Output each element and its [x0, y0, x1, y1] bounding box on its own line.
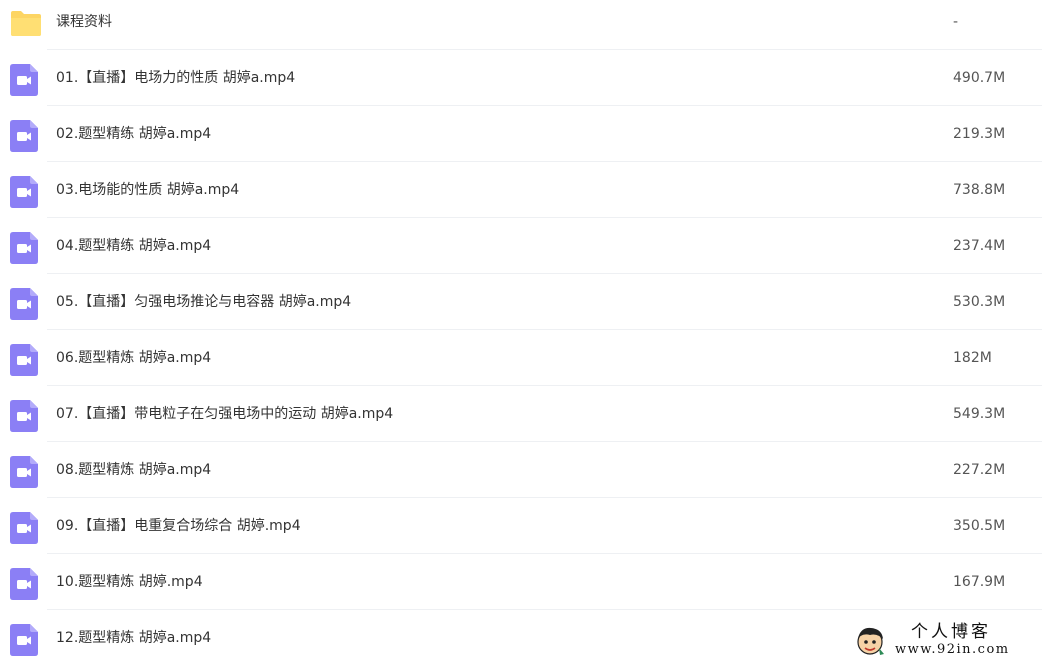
video-file-icon [10, 568, 38, 600]
file-row-video[interactable]: 08.题型精炼 胡婷a.mp4 227.2M [0, 442, 1046, 498]
video-file-icon [10, 64, 38, 96]
file-size: 490.7M [953, 70, 1006, 86]
file-row-video[interactable]: 10.题型精炼 胡婷.mp4 167.9M [0, 554, 1046, 610]
file-name[interactable]: 09.【直播】电重复合场综合 胡婷.mp4 [56, 516, 301, 536]
file-size: - [953, 14, 959, 30]
file-name[interactable]: 04.题型精练 胡婷a.mp4 [56, 236, 211, 256]
file-size: 219.3M [953, 126, 1006, 142]
file-row-video[interactable]: 05.【直播】匀强电场推论与电容器 胡婷a.mp4 530.3M [0, 274, 1046, 330]
file-name[interactable]: 03.电场能的性质 胡婷a.mp4 [56, 180, 239, 200]
watermark: 个人博客 www.92in.com [853, 620, 1043, 662]
file-list: 课程资料 - 01.【直播】电场力的性质 胡婷a.mp4 490.7M 02.题… [0, 0, 1046, 666]
file-row-video[interactable]: 01.【直播】电场力的性质 胡婷a.mp4 490.7M [0, 50, 1046, 106]
file-size: 227.2M [953, 462, 1006, 478]
video-file-icon [10, 400, 38, 432]
cartoon-face-icon [853, 624, 887, 658]
file-name[interactable]: 12.题型精炼 胡婷a.mp4 [56, 628, 211, 648]
file-name[interactable]: 06.题型精炼 胡婷a.mp4 [56, 348, 211, 368]
file-row-video[interactable]: 09.【直播】电重复合场综合 胡婷.mp4 350.5M [0, 498, 1046, 554]
video-file-icon [10, 456, 38, 488]
video-file-icon [10, 232, 38, 264]
video-file-icon [10, 512, 38, 544]
file-name[interactable]: 02.题型精练 胡婷a.mp4 [56, 124, 211, 144]
file-name[interactable]: 05.【直播】匀强电场推论与电容器 胡婷a.mp4 [56, 292, 351, 312]
file-name[interactable]: 08.题型精炼 胡婷a.mp4 [56, 460, 211, 480]
file-row-folder[interactable]: 课程资料 - [0, 0, 1046, 50]
video-file-icon [10, 120, 38, 152]
file-row-video[interactable]: 06.题型精炼 胡婷a.mp4 182M [0, 330, 1046, 386]
file-row-video[interactable]: 03.电场能的性质 胡婷a.mp4 738.8M [0, 162, 1046, 218]
watermark-url: www.92in.com [895, 642, 1010, 657]
folder-icon [10, 9, 41, 37]
file-row-video[interactable]: 02.题型精练 胡婷a.mp4 219.3M [0, 106, 1046, 162]
file-size: 549.3M [953, 406, 1006, 422]
file-row-video[interactable]: 04.题型精练 胡婷a.mp4 237.4M [0, 218, 1046, 274]
video-file-icon [10, 288, 38, 320]
file-size: 350.5M [953, 518, 1006, 534]
file-size: 738.8M [953, 182, 1006, 198]
file-size: 530.3M [953, 294, 1006, 310]
file-size: 182M [953, 350, 992, 366]
file-size: 237.4M [953, 238, 1006, 254]
watermark-title: 个人博客 [911, 622, 991, 642]
file-name[interactable]: 07.【直播】带电粒子在匀强电场中的运动 胡婷a.mp4 [56, 404, 393, 424]
file-row-video[interactable]: 07.【直播】带电粒子在匀强电场中的运动 胡婷a.mp4 549.3M [0, 386, 1046, 442]
file-size: 167.9M [953, 574, 1006, 590]
file-name[interactable]: 01.【直播】电场力的性质 胡婷a.mp4 [56, 68, 295, 88]
video-file-icon [10, 624, 38, 656]
video-file-icon [10, 344, 38, 376]
file-name[interactable]: 10.题型精炼 胡婷.mp4 [56, 572, 203, 592]
video-file-icon [10, 176, 38, 208]
file-name[interactable]: 课程资料 [56, 12, 112, 32]
